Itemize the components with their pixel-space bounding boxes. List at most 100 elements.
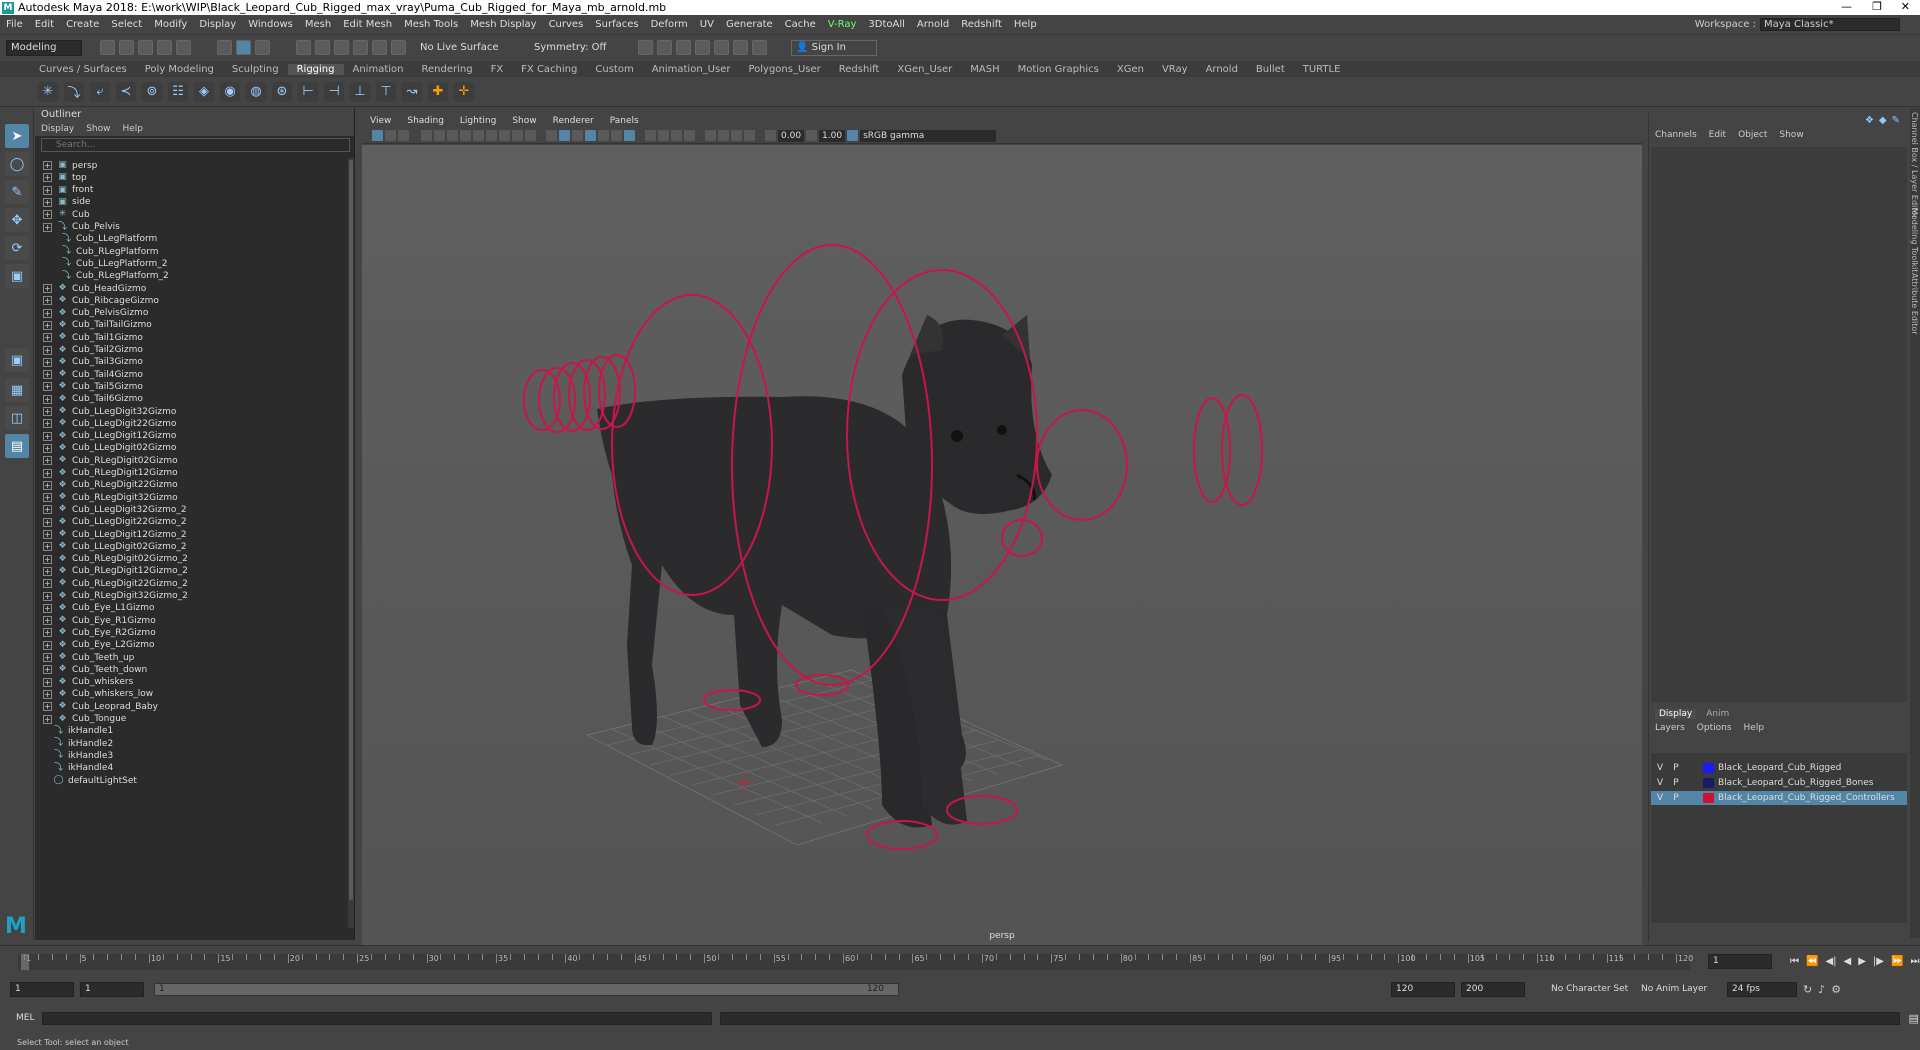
- shelf-tab-animation[interactable]: Animation: [344, 64, 413, 75]
- snap-live-icon[interactable]: [391, 40, 406, 55]
- insert-joint-icon[interactable]: ≺: [116, 81, 136, 102]
- menu-edit[interactable]: Edit: [29, 19, 60, 30]
- expand-icon[interactable]: +: [43, 505, 52, 515]
- expand-icon[interactable]: +: [43, 370, 52, 380]
- expand-icon[interactable]: +: [43, 640, 52, 650]
- channel-menu-channels[interactable]: Channels: [1655, 130, 1697, 140]
- viewport-menu-lighting[interactable]: Lighting: [452, 116, 504, 126]
- image-plane-icon[interactable]: [421, 130, 432, 141]
- hud-icon[interactable]: [744, 130, 755, 141]
- single-perspective-icon[interactable]: ▣: [5, 348, 29, 372]
- wireframe-on-shaded-icon[interactable]: [572, 130, 583, 141]
- menu-file[interactable]: File: [0, 19, 29, 30]
- color-management-icon[interactable]: [847, 130, 859, 141]
- expand-icon[interactable]: +: [43, 333, 52, 343]
- select-tool-icon[interactable]: ➤: [5, 124, 29, 148]
- display-layer-row[interactable]: V P Black_Leopard_Cub_Rigged_Controllers: [1651, 791, 1907, 805]
- shelf-tab-xgen[interactable]: XGen: [1108, 64, 1153, 75]
- shelf-tab-bullet[interactable]: Bullet: [1247, 64, 1294, 75]
- expand-icon[interactable]: +: [43, 517, 52, 527]
- textured-icon[interactable]: [585, 130, 596, 141]
- live-surface-field[interactable]: No Live Surface: [420, 42, 510, 53]
- symmetry-field[interactable]: Symmetry: Off: [534, 42, 634, 53]
- go-to-end-icon[interactable]: ⏭: [1910, 956, 1919, 967]
- expand-icon[interactable]: +: [43, 308, 52, 318]
- expand-icon[interactable]: +: [43, 579, 52, 589]
- select-component-icon[interactable]: [255, 40, 270, 55]
- layer-visibility-toggle[interactable]: V: [1651, 793, 1669, 803]
- close-button[interactable]: ✕: [1901, 0, 1910, 13]
- script-editor-icon[interactable]: ▤: [1908, 1012, 1918, 1025]
- layer-visibility-toggle[interactable]: V: [1651, 778, 1669, 788]
- rigid-bind-icon[interactable]: ⊛: [272, 81, 292, 102]
- expand-icon[interactable]: +: [43, 677, 52, 687]
- menu-create[interactable]: Create: [60, 19, 105, 30]
- wireframe-icon[interactable]: [546, 130, 557, 141]
- menu-uv[interactable]: UV: [694, 19, 720, 30]
- shelf-tab-fx[interactable]: FX: [482, 64, 513, 75]
- outliner-scrollbar[interactable]: [348, 158, 354, 928]
- expand-icon[interactable]: +: [43, 689, 52, 699]
- skeleton-icon[interactable]: ☷: [168, 81, 188, 102]
- locator-icon[interactable]: ✚: [428, 81, 448, 102]
- layer-color-swatch[interactable]: [1703, 778, 1714, 788]
- menu-v-ray[interactable]: V-Ray: [822, 19, 863, 30]
- xray-active-icon[interactable]: [731, 130, 742, 141]
- layer-tab-display[interactable]: Display: [1655, 709, 1697, 719]
- expand-icon[interactable]: +: [43, 468, 52, 478]
- shelf-tab-polygons-user[interactable]: Polygons_User: [739, 64, 829, 75]
- layer-playback-toggle[interactable]: P: [1669, 778, 1683, 788]
- bookmark-icon[interactable]: [398, 130, 409, 141]
- layer-playback-toggle[interactable]: P: [1669, 793, 1683, 803]
- fps-dropdown[interactable]: 24 fps: [1727, 981, 1797, 997]
- select-object-icon[interactable]: [236, 40, 251, 55]
- expand-icon[interactable]: +: [43, 665, 52, 675]
- viewport-menu-view[interactable]: View: [362, 116, 399, 126]
- expand-icon[interactable]: +: [43, 443, 52, 453]
- snap-grid-icon[interactable]: [296, 40, 311, 55]
- scale-tool-icon[interactable]: ▣: [5, 264, 29, 288]
- expand-icon[interactable]: +: [43, 628, 52, 638]
- audio-icon[interactable]: ♪: [1818, 983, 1825, 996]
- cb-key-icon[interactable]: ❖: [1865, 115, 1874, 126]
- go-to-start-icon[interactable]: ⏮: [1790, 956, 1799, 967]
- menu-curves[interactable]: Curves: [543, 19, 590, 30]
- menu-deform[interactable]: Deform: [645, 19, 694, 30]
- grease-pencil-icon[interactable]: [447, 130, 458, 141]
- expand-icon[interactable]: +: [43, 714, 52, 724]
- menu-mesh-display[interactable]: Mesh Display: [464, 19, 542, 30]
- shelf-tab-poly-modeling[interactable]: Poly Modeling: [136, 64, 223, 75]
- render-settings-icon[interactable]: [695, 40, 710, 55]
- current-frame-field[interactable]: 1: [1708, 954, 1772, 969]
- ik-spline-icon[interactable]: ⤶: [90, 81, 110, 102]
- workspace-dropdown[interactable]: Maya Classic*: [1760, 18, 1900, 31]
- play-forwards-icon[interactable]: ▶: [1858, 956, 1866, 967]
- menu-set-dropdown[interactable]: Modeling: [6, 39, 82, 56]
- outliner-search-input[interactable]: Search...: [41, 138, 350, 152]
- bind-skin-icon[interactable]: ◈: [194, 81, 214, 102]
- loop-icon[interactable]: ↻: [1803, 983, 1812, 996]
- menu-display[interactable]: Display: [193, 19, 242, 30]
- perspective-viewport[interactable]: persp: [362, 145, 1642, 945]
- pole-vector-icon[interactable]: ⊤: [376, 81, 396, 102]
- expand-icon[interactable]: +: [43, 197, 52, 207]
- expand-icon[interactable]: +: [43, 185, 52, 195]
- menu-edit-mesh[interactable]: Edit Mesh: [337, 19, 398, 30]
- layer-visibility-toggle[interactable]: V: [1651, 763, 1669, 773]
- anim-start-field[interactable]: 1: [10, 981, 74, 997]
- step-back-key-icon[interactable]: ⏪: [1806, 956, 1818, 967]
- 2d-pan-icon[interactable]: [434, 130, 445, 141]
- expand-icon[interactable]: +: [43, 456, 52, 466]
- pause-icon[interactable]: [752, 40, 767, 55]
- snap-surface-icon[interactable]: [372, 40, 387, 55]
- step-forward-key-icon[interactable]: ⏩: [1891, 956, 1903, 967]
- paint-weights-icon[interactable]: ◉: [220, 81, 240, 102]
- expand-icon[interactable]: +: [43, 542, 52, 552]
- rotate-tool-icon[interactable]: ⟳: [5, 236, 29, 260]
- film-gate-icon[interactable]: [473, 130, 484, 141]
- menu-3dtoall[interactable]: 3DtoAll: [862, 19, 911, 30]
- menu-mesh[interactable]: Mesh: [299, 19, 337, 30]
- display-layer-row[interactable]: V P Black_Leopard_Cub_Rigged: [1651, 761, 1907, 775]
- shelf-tab-xgen-user[interactable]: XGen_User: [888, 64, 961, 75]
- anim-prefs-icon[interactable]: ⚙: [1831, 983, 1841, 996]
